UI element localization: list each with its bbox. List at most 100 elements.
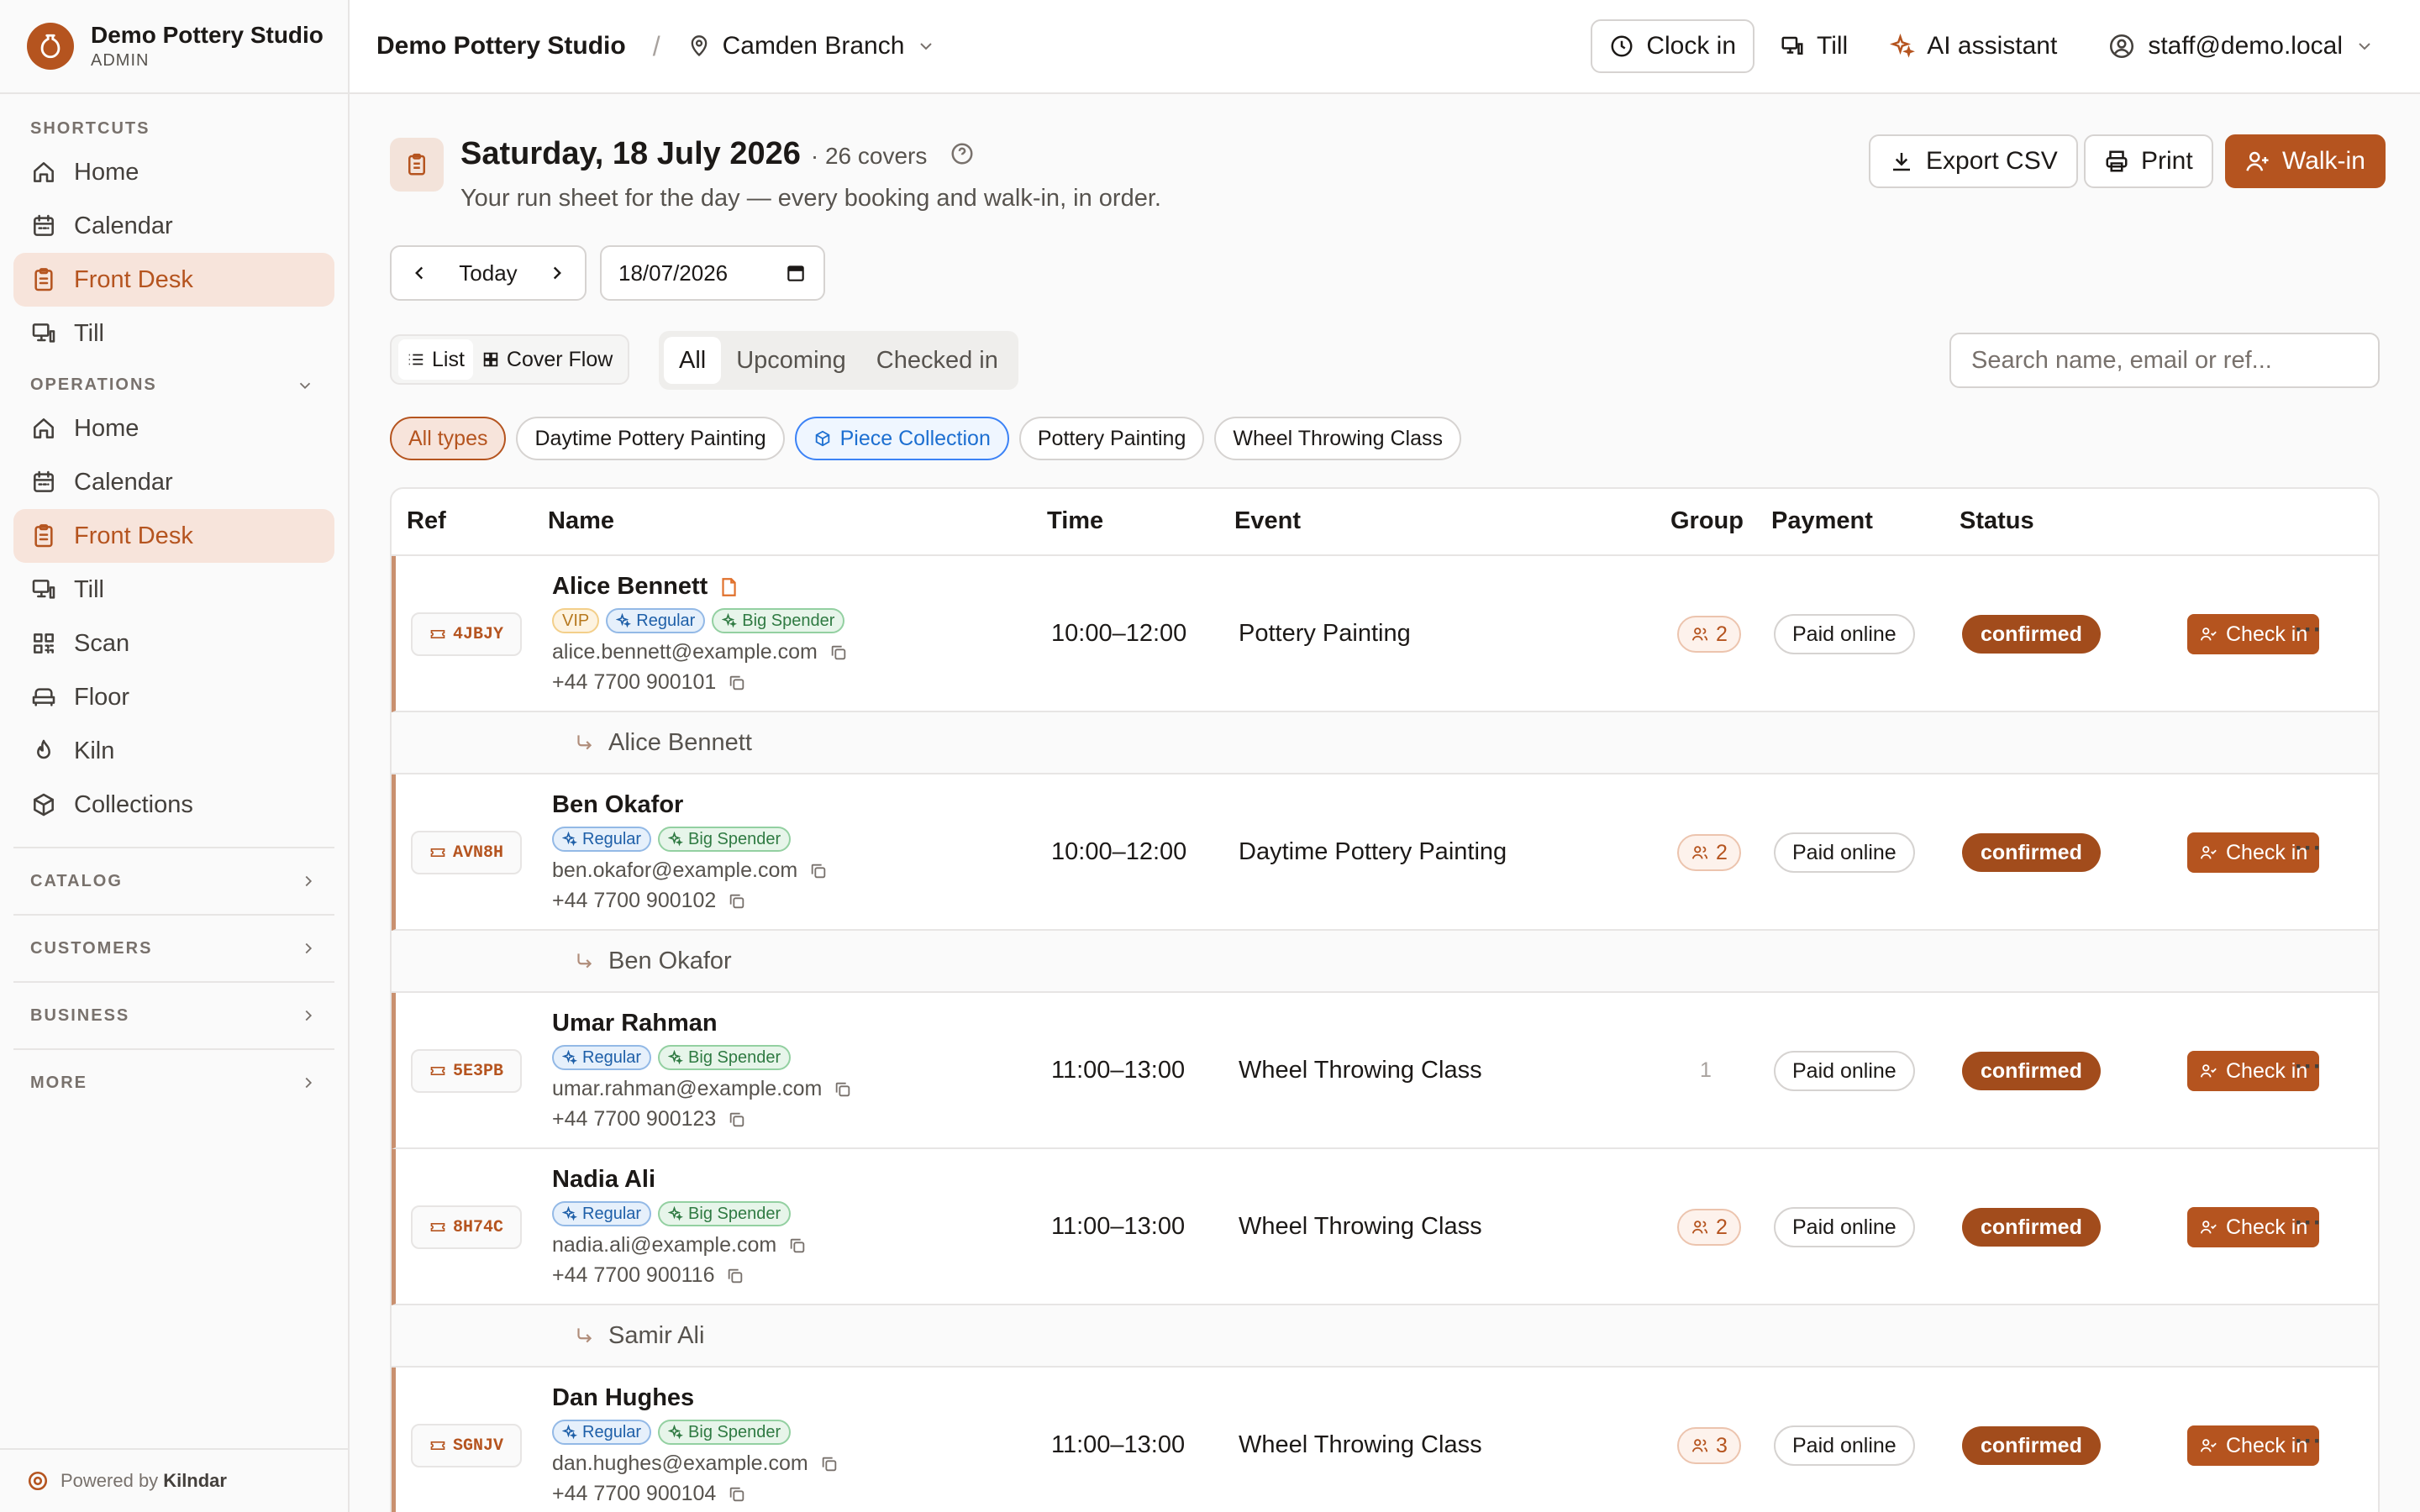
- clock-in-button[interactable]: Clock in: [1591, 19, 1755, 73]
- top-header: Demo Pottery Studio / Camden Branch Cloc…: [350, 0, 2420, 94]
- chevron-right-icon[interactable]: [546, 262, 568, 284]
- copy-icon[interactable]: [820, 1455, 839, 1473]
- tab-all[interactable]: All: [664, 337, 722, 384]
- col-group[interactable]: Group: [1670, 507, 1744, 535]
- col-status[interactable]: Status: [1960, 507, 2034, 535]
- col-payment[interactable]: Payment: [1771, 507, 1873, 535]
- sidebar-item-floor[interactable]: Floor: [13, 670, 334, 724]
- sidebar-item-scan[interactable]: Scan: [13, 617, 334, 670]
- status-badge: confirmed: [1962, 833, 2101, 872]
- sidebar-section-business[interactable]: BUSINESS: [13, 981, 334, 1048]
- table-row[interactable]: 8H74C Nadia Ali Regular Big Spender nadia.al…: [392, 1149, 2378, 1305]
- chevron-left-icon[interactable]: [408, 262, 430, 284]
- sidebar-item-kiln[interactable]: Kiln: [13, 724, 334, 778]
- sidebar-section-customers[interactable]: CUSTOMERS: [13, 914, 334, 981]
- copy-icon[interactable]: [809, 862, 828, 880]
- chip-pottery-painting[interactable]: Pottery Painting: [1018, 417, 1205, 460]
- calendar-icon[interactable]: [785, 262, 807, 284]
- copy-icon[interactable]: [728, 674, 746, 692]
- guest-row: Samir Ali: [392, 1305, 2378, 1368]
- more-actions-button[interactable]: ···: [2295, 1427, 2323, 1456]
- customer-name[interactable]: Dan Hughes: [552, 1384, 694, 1412]
- tab-upcoming[interactable]: Upcoming: [721, 337, 861, 384]
- tag-label: Regular: [582, 1047, 642, 1067]
- today-button[interactable]: Today: [459, 260, 517, 286]
- walk-in-button[interactable]: Walk-in: [2225, 134, 2386, 188]
- col-event[interactable]: Event: [1234, 507, 1301, 535]
- operations-header[interactable]: OPERATIONS: [0, 375, 348, 395]
- export-csv-button[interactable]: Export CSV: [1869, 134, 2078, 188]
- sidebar-section-more[interactable]: MORE: [13, 1048, 334, 1116]
- print-button[interactable]: Print: [2084, 134, 2213, 188]
- col-time[interactable]: Time: [1047, 507, 1103, 535]
- chevron-down-icon: [2359, 43, 2370, 50]
- chip-all-types[interactable]: All types: [390, 417, 507, 460]
- chip-daytime-pottery-painting[interactable]: Daytime Pottery Painting: [516, 417, 785, 460]
- customer-name[interactable]: Umar Rahman: [552, 1010, 718, 1037]
- sidebar-item-till[interactable]: Till: [13, 563, 334, 617]
- booking-ref[interactable]: 4JBJY: [411, 612, 522, 656]
- more-actions-button[interactable]: ···: [2295, 834, 2323, 863]
- chip-piece-collection-label: Piece Collection: [839, 426, 991, 450]
- sidebar-item-label: Calendar: [74, 468, 173, 496]
- col-ref[interactable]: Ref: [407, 507, 446, 535]
- sidebar-item-collections[interactable]: Collections: [13, 778, 334, 832]
- col-name[interactable]: Name: [548, 507, 614, 535]
- copy-icon[interactable]: [728, 1485, 746, 1504]
- calendar-icon: [34, 470, 54, 492]
- sidebar-item-calendar[interactable]: Calendar: [13, 455, 334, 509]
- note-icon[interactable]: [718, 576, 739, 598]
- user-circle-icon: [2110, 34, 2134, 59]
- sidebar-item-till[interactable]: Till: [13, 307, 334, 360]
- branch-selector[interactable]: Camden Branch: [687, 32, 937, 60]
- status-badge: confirmed: [1962, 1052, 2101, 1090]
- view-list-button[interactable]: List: [398, 339, 473, 380]
- booking-ref[interactable]: AVN8H: [411, 831, 522, 874]
- copy-icon[interactable]: [829, 643, 848, 662]
- sidebar-item-home[interactable]: Home: [13, 145, 334, 199]
- more-actions-button[interactable]: ···: [2295, 1209, 2323, 1237]
- table-row[interactable]: SGNJV Dan Hughes Regular Big Spender dan.hug…: [392, 1368, 2378, 1512]
- booking-ref[interactable]: SGNJV: [411, 1424, 522, 1467]
- search-input[interactable]: [1949, 333, 2380, 388]
- group-size-badge: 2: [1677, 834, 1741, 871]
- copy-icon[interactable]: [728, 892, 746, 911]
- tag-regular: Regular: [552, 827, 652, 852]
- table-row[interactable]: 4JBJY Alice Bennett VIP Regular Big Spender a…: [392, 556, 2378, 712]
- breadcrumb-studio[interactable]: Demo Pottery Studio: [376, 32, 626, 60]
- tab-checked-in[interactable]: Checked in: [861, 337, 1013, 384]
- guest-row: Alice Bennett: [392, 712, 2378, 774]
- booking-ref[interactable]: 8H74C: [411, 1205, 522, 1249]
- sidebar-section-catalog[interactable]: CATALOG: [13, 847, 334, 914]
- copy-icon[interactable]: [726, 1267, 744, 1285]
- table-row[interactable]: AVN8H Ben Okafor Regular Big Spender ben.oka…: [392, 774, 2378, 931]
- copy-icon[interactable]: [788, 1236, 807, 1255]
- ticket-icon: [430, 630, 445, 638]
- more-actions-button[interactable]: ···: [2295, 616, 2323, 644]
- chip-piece-collection[interactable]: Piece Collection: [794, 417, 1009, 460]
- ai-assistant-button[interactable]: AI assistant: [1873, 19, 2074, 73]
- chevron-right-icon: [305, 942, 313, 954]
- sidebar-item-front-desk[interactable]: Front Desk: [13, 509, 334, 563]
- booking-ref[interactable]: 5E3PB: [411, 1049, 522, 1093]
- view-cover-flow-button[interactable]: Cover Flow: [473, 339, 621, 380]
- sidebar-item-home[interactable]: Home: [13, 402, 334, 455]
- till-button[interactable]: Till: [1763, 19, 1865, 73]
- customer-name[interactable]: Alice Bennett: [552, 573, 739, 601]
- date-input[interactable]: 18/07/2026: [600, 245, 825, 301]
- table-row[interactable]: 5E3PB Umar Rahman Regular Big Spender umar.r…: [392, 993, 2378, 1149]
- customer-name[interactable]: Ben Okafor: [552, 791, 683, 819]
- map-pin-icon: [691, 35, 707, 57]
- chip-wheel-throwing-class[interactable]: Wheel Throwing Class: [1214, 417, 1462, 460]
- copy-icon[interactable]: [834, 1080, 852, 1099]
- customer-name[interactable]: Nadia Ali: [552, 1166, 655, 1194]
- sidebar-item-label: Calendar: [74, 212, 173, 239]
- brand[interactable]: Demo Pottery Studio ADMIN: [0, 0, 348, 94]
- user-menu[interactable]: staff@demo.local: [2091, 19, 2403, 73]
- copy-icon[interactable]: [728, 1110, 746, 1129]
- sidebar-item-front-desk[interactable]: Front Desk: [13, 253, 334, 307]
- more-actions-button[interactable]: ···: [2295, 1053, 2323, 1081]
- payment-badge: Paid online: [1774, 1207, 1915, 1247]
- sidebar-item-calendar[interactable]: Calendar: [13, 199, 334, 253]
- help-circle-icon[interactable]: [950, 141, 975, 166]
